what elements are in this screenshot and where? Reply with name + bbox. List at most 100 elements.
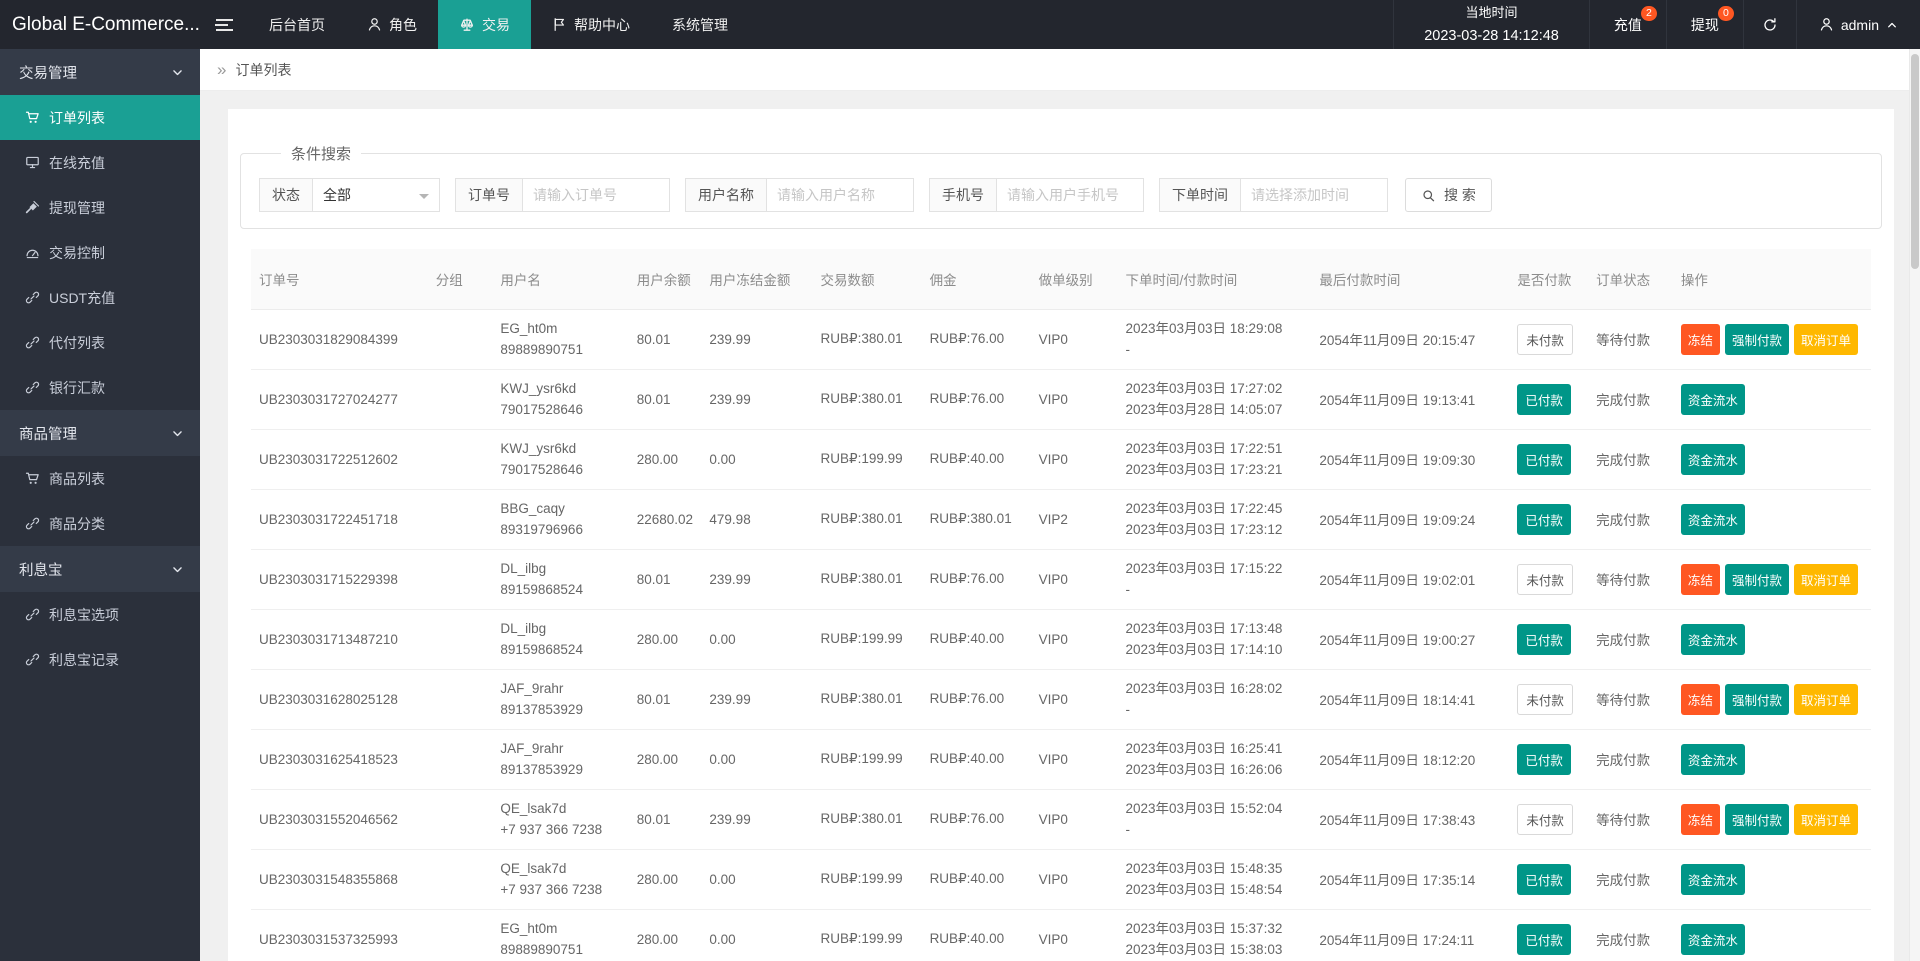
username-input[interactable] — [766, 178, 914, 212]
menu-toggle-icon[interactable] — [200, 0, 248, 49]
user-name: admin — [1840, 16, 1879, 33]
scrollbar[interactable] — [1909, 49, 1920, 961]
cell-commission: RUB₽:40.00 — [921, 909, 1031, 961]
cell-last-pay-time: 2054年11月09日 18:14:41 — [1311, 669, 1510, 730]
sidebar-item-trade-control[interactable]: 交易控制 — [0, 230, 200, 275]
search-icon — [1421, 188, 1436, 203]
sidebar-item-bank-remit[interactable]: 银行汇款 — [0, 365, 200, 410]
sidebar-item-label: 代付列表 — [49, 334, 105, 351]
user-menu[interactable]: admin — [1795, 0, 1920, 49]
scrollbar-thumb[interactable] — [1911, 54, 1919, 269]
action-button-cancel[interactable]: 取消订单 — [1793, 683, 1858, 715]
nav-item-system[interactable]: 系统管理 — [651, 0, 749, 49]
phone-input[interactable] — [996, 178, 1144, 212]
table-row: UB2303031628025128 JAF_9rahr 89137853929… — [251, 669, 1871, 730]
pay-status-badge: 未付款 — [1517, 803, 1573, 835]
action-button-cancel[interactable]: 取消订单 — [1793, 563, 1858, 595]
pay-status-badge: 已付款 — [1517, 623, 1571, 655]
sidebar-item-lixibao-records[interactable]: 利息宝记录 — [0, 637, 200, 682]
action-button-force[interactable]: 强制付款 — [1724, 323, 1789, 355]
cell-amount: RUB₽:199.99 — [812, 729, 922, 790]
sidebar-item-goods-category[interactable]: 商品分类 — [0, 501, 200, 546]
cell-last-pay-time: 2054年11月09日 17:35:14 — [1311, 849, 1510, 910]
cell-username: EG_ht0m 89889890751 — [492, 909, 629, 961]
nav-item-home[interactable]: 后台首页 — [248, 0, 346, 49]
sidebar-item-order-list[interactable]: 订单列表 — [0, 95, 200, 140]
cell-frozen: 0.00 — [701, 909, 813, 961]
cell-order-no: UB2303031727024277 — [251, 369, 428, 430]
cell-order-pay-time: 2023年03月03日 15:52:04 - — [1117, 789, 1312, 850]
cell-group — [427, 429, 493, 490]
search-button[interactable]: 搜 索 — [1405, 178, 1492, 212]
sidebar-item-online-recharge[interactable]: 在线充值 — [0, 140, 200, 185]
pay-status-badge: 已付款 — [1517, 743, 1571, 775]
action-button-flow[interactable]: 资金流水 — [1680, 863, 1745, 895]
person-icon — [367, 17, 382, 32]
cell-order-no: UB2303031628025128 — [251, 669, 428, 730]
cell-last-pay-time: 2054年11月09日 19:00:27 — [1311, 609, 1510, 670]
local-time-value: 2023-03-28 14:12:48 — [1424, 28, 1559, 44]
action-button-flow[interactable]: 资金流水 — [1680, 623, 1745, 655]
sidebar-item-usdt-recharge[interactable]: USDT充值 — [0, 275, 200, 320]
username-field-group: 用户名称 — [685, 178, 914, 212]
sidebar-item-lixibao-options[interactable]: 利息宝选项 — [0, 592, 200, 637]
order-time-input[interactable] — [1240, 178, 1388, 212]
action-button-cancel[interactable]: 取消订单 — [1793, 803, 1858, 835]
cell-last-pay-time: 2054年11月09日 19:02:01 — [1311, 549, 1510, 610]
cell-order-status: 完成付款 — [1588, 909, 1673, 961]
action-button-freeze[interactable]: 冻结 — [1680, 803, 1720, 835]
action-button-cancel[interactable]: 取消订单 — [1793, 323, 1858, 355]
sidebar-item-label: 银行汇款 — [49, 379, 105, 396]
sidebar-item-payout-list[interactable]: 代付列表 — [0, 320, 200, 365]
cell-actions: 冻结 强制付款 取消订单 — [1672, 549, 1871, 610]
recharge-button[interactable]: 充值 2 — [1588, 0, 1666, 49]
status-select[interactable]: 全部 — [312, 178, 440, 212]
sidebar-item-label: 订单列表 — [49, 109, 105, 126]
action-button-force[interactable]: 强制付款 — [1724, 563, 1789, 595]
sidebar-section-goods-manage[interactable]: 商品管理 — [0, 410, 200, 456]
cell-group — [427, 489, 493, 550]
nav-item-trade[interactable]: 交易 — [438, 0, 531, 49]
sidebar-item-goods-list[interactable]: 商品列表 — [0, 456, 200, 501]
nav-item-roles[interactable]: 角色 — [346, 0, 438, 49]
cell-pay-status: 已付款 — [1509, 849, 1589, 910]
cart-icon — [25, 471, 40, 486]
action-button-force[interactable]: 强制付款 — [1724, 683, 1789, 715]
cell-amount: RUB₽:199.99 — [812, 429, 922, 490]
orders-panel: 条件搜索 状态 全部 订单号 用户名称 — [228, 109, 1894, 961]
action-button-freeze[interactable]: 冻结 — [1680, 563, 1720, 595]
refresh-button[interactable] — [1742, 0, 1796, 49]
sidebar-section-lixibao[interactable]: 利息宝 — [0, 546, 200, 592]
cell-commission: RUB₽:76.00 — [921, 789, 1031, 850]
cell-level: VIP0 — [1030, 909, 1118, 961]
sidebar-section-trade-manage[interactable]: 交易管理 — [0, 49, 200, 95]
table-row: UB2303031722451718 BBG_caqy 89319796966 … — [251, 489, 1871, 550]
cell-last-pay-time: 2054年11月09日 17:38:43 — [1311, 789, 1510, 850]
cell-commission: RUB₽:40.00 — [921, 849, 1031, 910]
action-button-flow[interactable]: 资金流水 — [1680, 743, 1745, 775]
cell-commission: RUB₽:380.01 — [921, 489, 1031, 550]
cell-order-pay-time: 2023年03月03日 17:22:45 2023年03月03日 17:23:1… — [1117, 489, 1312, 550]
column-header: 操作 — [1672, 249, 1871, 310]
sidebar-item-withdraw-manage[interactable]: 提现管理 — [0, 185, 200, 230]
cell-pay-status: 已付款 — [1509, 909, 1589, 961]
action-button-flow[interactable]: 资金流水 — [1680, 503, 1745, 535]
cell-balance: 280.00 — [628, 429, 702, 490]
cell-level: VIP0 — [1030, 549, 1118, 610]
table-row: UB2303031537325993 EG_ht0m 89889890751 2… — [251, 909, 1871, 961]
cell-order-no: UB2303031722451718 — [251, 489, 428, 550]
action-button-freeze[interactable]: 冻结 — [1680, 683, 1720, 715]
withdraw-button[interactable]: 提现 0 — [1665, 0, 1743, 49]
nav-item-help-center[interactable]: 帮助中心 — [531, 0, 651, 49]
cell-level: VIP0 — [1030, 369, 1118, 430]
action-button-flow[interactable]: 资金流水 — [1680, 443, 1745, 475]
action-button-force[interactable]: 强制付款 — [1724, 803, 1789, 835]
breadcrumb-arrows-icon: » — [217, 60, 227, 79]
cell-group — [427, 549, 493, 610]
action-button-flow[interactable]: 资金流水 — [1680, 923, 1745, 955]
cell-order-status: 等待付款 — [1588, 789, 1673, 850]
order-no-input[interactable] — [522, 178, 670, 212]
pay-status-badge: 已付款 — [1517, 923, 1571, 955]
action-button-flow[interactable]: 资金流水 — [1680, 383, 1745, 415]
action-button-freeze[interactable]: 冻结 — [1680, 323, 1720, 355]
